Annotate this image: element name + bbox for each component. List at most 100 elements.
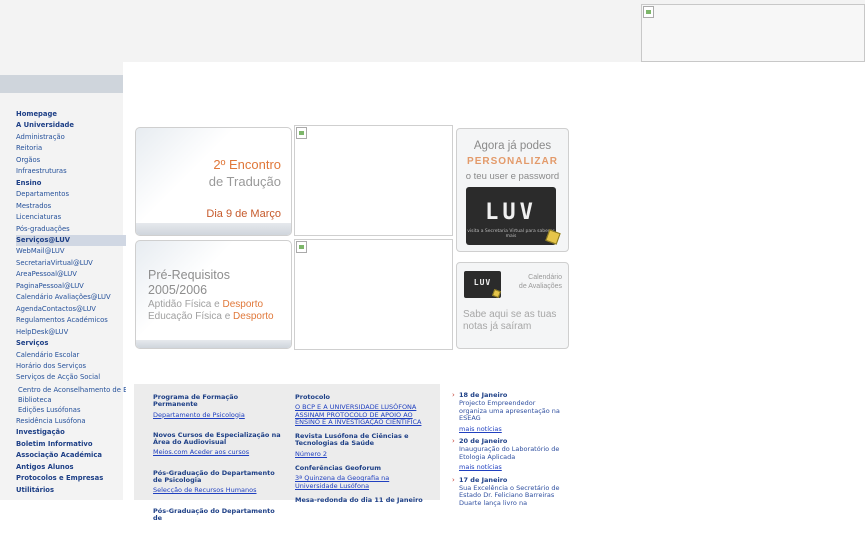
sidebar-item[interactable]: Utilitários (16, 485, 126, 496)
event-text[interactable]: Projecto Empreendedor organiza uma apres… (459, 400, 562, 422)
luv-banner-line3: o teu user e password (465, 171, 560, 182)
luv-logo: LUV (485, 200, 537, 225)
broken-image-icon (643, 6, 654, 18)
pre-line3a: Aptidão Física e (148, 299, 223, 310)
news-link[interactable]: 3ª Quinzena da Geografia na Universidade… (295, 475, 425, 490)
news-title: Programa de Formação Permanente (153, 393, 239, 409)
news-link[interactable]: Departamento de Psicologia (153, 411, 283, 419)
news-item: Mesa-redonda do dia 11 de Janeiro (295, 495, 425, 504)
pre-line2: 2005/2006 (148, 283, 208, 297)
sidebar-item[interactable]: Administração (16, 132, 126, 143)
news-item: Conferências Geoforum 3ª Quinzena da Geog… (295, 464, 425, 490)
luv-banner-line2: PERSONALIZAR (467, 156, 558, 167)
sidebar-item[interactable]: Homepage (16, 109, 126, 120)
cal-q2: notas já saíram (463, 321, 532, 332)
event-date: 18 de Janeiro (459, 391, 508, 399)
sidebar-item[interactable]: PaginaPessoal@LUV (16, 281, 126, 292)
banner-placeholder-1[interactable] (294, 125, 453, 236)
sidebar-item[interactable]: Ensino (16, 178, 126, 189)
cal-q1: Sabe aqui se as tuas (463, 309, 557, 320)
sidebar-item[interactable]: Horário dos Serviços (16, 361, 126, 372)
sidebar-item[interactable]: Pós-graduações (16, 224, 126, 235)
banner-stripe (136, 223, 291, 235)
news-column-1: Programa de Formação Permanente Departame… (153, 393, 283, 535)
banner-encontro-line1: 2º Encontro (213, 157, 281, 172)
news-title: Pós-Graduação do Departamento de Psicolo… (153, 468, 275, 485)
arrow-icon: › (452, 437, 455, 446)
broken-image-icon (296, 241, 307, 253)
sidebar-item[interactable]: Antigos Alunos (16, 462, 126, 473)
news-item: Programa de Formação Permanente Departame… (153, 393, 283, 419)
sidebar-item[interactable]: AreaPessoal@LUV (16, 269, 126, 280)
banner-encontro-date: Dia 9 de Março (206, 208, 281, 220)
news-title: Protocolo (295, 393, 331, 401)
sidebar-item[interactable]: Edições Lusófonas (16, 406, 126, 414)
sidebar-item[interactable]: Investigação (16, 427, 126, 438)
sidebar-item[interactable]: Biblioteca (16, 396, 126, 404)
event-text[interactable]: Inauguração do Laboratório de Etologia A… (459, 446, 562, 461)
sidebar-item[interactable]: Serviços (16, 338, 126, 349)
sidebar-item[interactable]: Calendário Escolar (16, 350, 126, 361)
news-item: Protocolo O BCP E A UNIVERSIDADE LUSÓFONA… (295, 393, 425, 426)
banner-stripe (136, 340, 291, 348)
news-column-2: Protocolo O BCP E A UNIVERSIDADE LUSÓFONA… (295, 393, 425, 511)
sidebar-item[interactable]: Residência Lusófona (16, 416, 126, 427)
news-title: Mesa-redonda do dia 11 de Janeiro (295, 495, 423, 504)
sidebar-header-bar (0, 75, 123, 93)
sidebar-item[interactable]: Serviços de Acção Social (16, 372, 126, 383)
pre-line3b: Desporto (222, 299, 264, 310)
news-link[interactable]: Número 2 (295, 450, 425, 458)
news-title: Pós-Graduação do Departamento de (153, 506, 275, 522)
event-item: › 18 de Janeiro Projecto Empreendedor orga… (452, 391, 562, 433)
luv-screen-icon: LUV visita a Secretaria Virtual para sab… (466, 187, 556, 245)
sidebar-item[interactable]: Departamentos (16, 189, 126, 200)
sidebar-item[interactable]: AgendaContactos@LUV (16, 304, 126, 315)
luv-banner-line1: Agora já podes (473, 140, 552, 152)
sidebar-item[interactable]: Centro de Aconselhamento de Estudantes (16, 386, 126, 394)
news-link[interactable]: Selecção de Recursos Humanos (153, 487, 283, 495)
sidebar-item[interactable]: Serviços@LUV (16, 234, 126, 247)
banner-luv-calendario[interactable]: LUV Calendário de Avaliações Sabe aqui se… (456, 262, 569, 349)
luv-caption: visita a Secretaria Virtual para saberes… (467, 229, 555, 239)
sidebar-item[interactable]: HelpDesk@LUV (16, 327, 126, 338)
banner-encontro-traducao[interactable]: 2º Encontro de Tradução Dia 9 de Março (135, 127, 292, 236)
events-list: › 18 de Janeiro Projecto Empreendedor orga… (452, 391, 562, 512)
sidebar-item[interactable]: WebMail@LUV (16, 246, 126, 257)
news-link[interactable]: Meios.com Aceder aos cursos (153, 449, 283, 457)
news-link[interactable]: O BCP E A UNIVERSIDADE LUSÓFONA ASSINAM … (295, 404, 425, 426)
sidebar-item[interactable]: Protocolos e Empresas (16, 473, 126, 484)
more-news-link[interactable]: mais notícias (459, 425, 562, 433)
sidebar-item[interactable]: A Universidade (16, 120, 126, 131)
news-title: Conferências Geoforum (295, 464, 382, 473)
sidebar-item[interactable]: Boletim Informativo (16, 439, 126, 450)
banner-placeholder-2[interactable] (294, 239, 453, 350)
event-date: 20 de Janeiro (459, 437, 508, 446)
sidebar-item[interactable]: SecretariaVirtual@LUV (16, 258, 126, 269)
more-news-link[interactable]: mais notícias (459, 463, 562, 471)
news-item: Revista Lusófona de Ciências e Tecnologi… (295, 433, 425, 458)
sidebar-item[interactable]: Infraestruturas (16, 166, 126, 177)
event-text[interactable]: Sua Excelência o Secretário de Estado Dr… (459, 484, 562, 507)
sidebar-item[interactable]: Regulamentos Académicos (16, 315, 126, 326)
luv-logo-small: LUV (473, 278, 492, 287)
sidebar-nav: Homepage A Universidade Administração Reito… (16, 109, 126, 496)
cal-line2: de Avaliações (518, 283, 562, 290)
event-item: › 20 de Janeiro Inauguração do Laboratório… (452, 437, 562, 472)
cal-line1: Calendário (528, 274, 562, 281)
arrow-icon: › (452, 391, 455, 399)
sidebar-item[interactable]: Reitoria (16, 143, 126, 154)
banner-luv-personalizar[interactable]: Agora já podes PERSONALIZAR o teu user e… (456, 128, 569, 252)
event-date: 17 de Janeiro (459, 475, 508, 484)
sidebar-item[interactable]: Orgãos (16, 155, 126, 166)
news-title: Revista Lusófona de Ciências e Tecnologi… (295, 432, 409, 448)
sidebar-item[interactable]: Licenciaturas (16, 212, 126, 223)
arrow-icon: › (452, 475, 455, 484)
news-title: Novos Cursos de Especialização na Área d… (153, 430, 281, 447)
banner-pre-requisitos[interactable]: Pré-Requisitos 2005/2006 Aptidão Física e… (135, 240, 292, 349)
sidebar-item[interactable]: Mestrados (16, 201, 126, 212)
sidebar-item[interactable]: Associação Académica (16, 450, 126, 461)
broken-image-icon (296, 127, 307, 139)
banner-encontro-line2: de Tradução (208, 174, 281, 189)
sidebar-item[interactable]: Calendário Avaliações@LUV (16, 292, 126, 303)
event-item: › 17 de Janeiro Sua Excelência o Secretári… (452, 475, 562, 508)
